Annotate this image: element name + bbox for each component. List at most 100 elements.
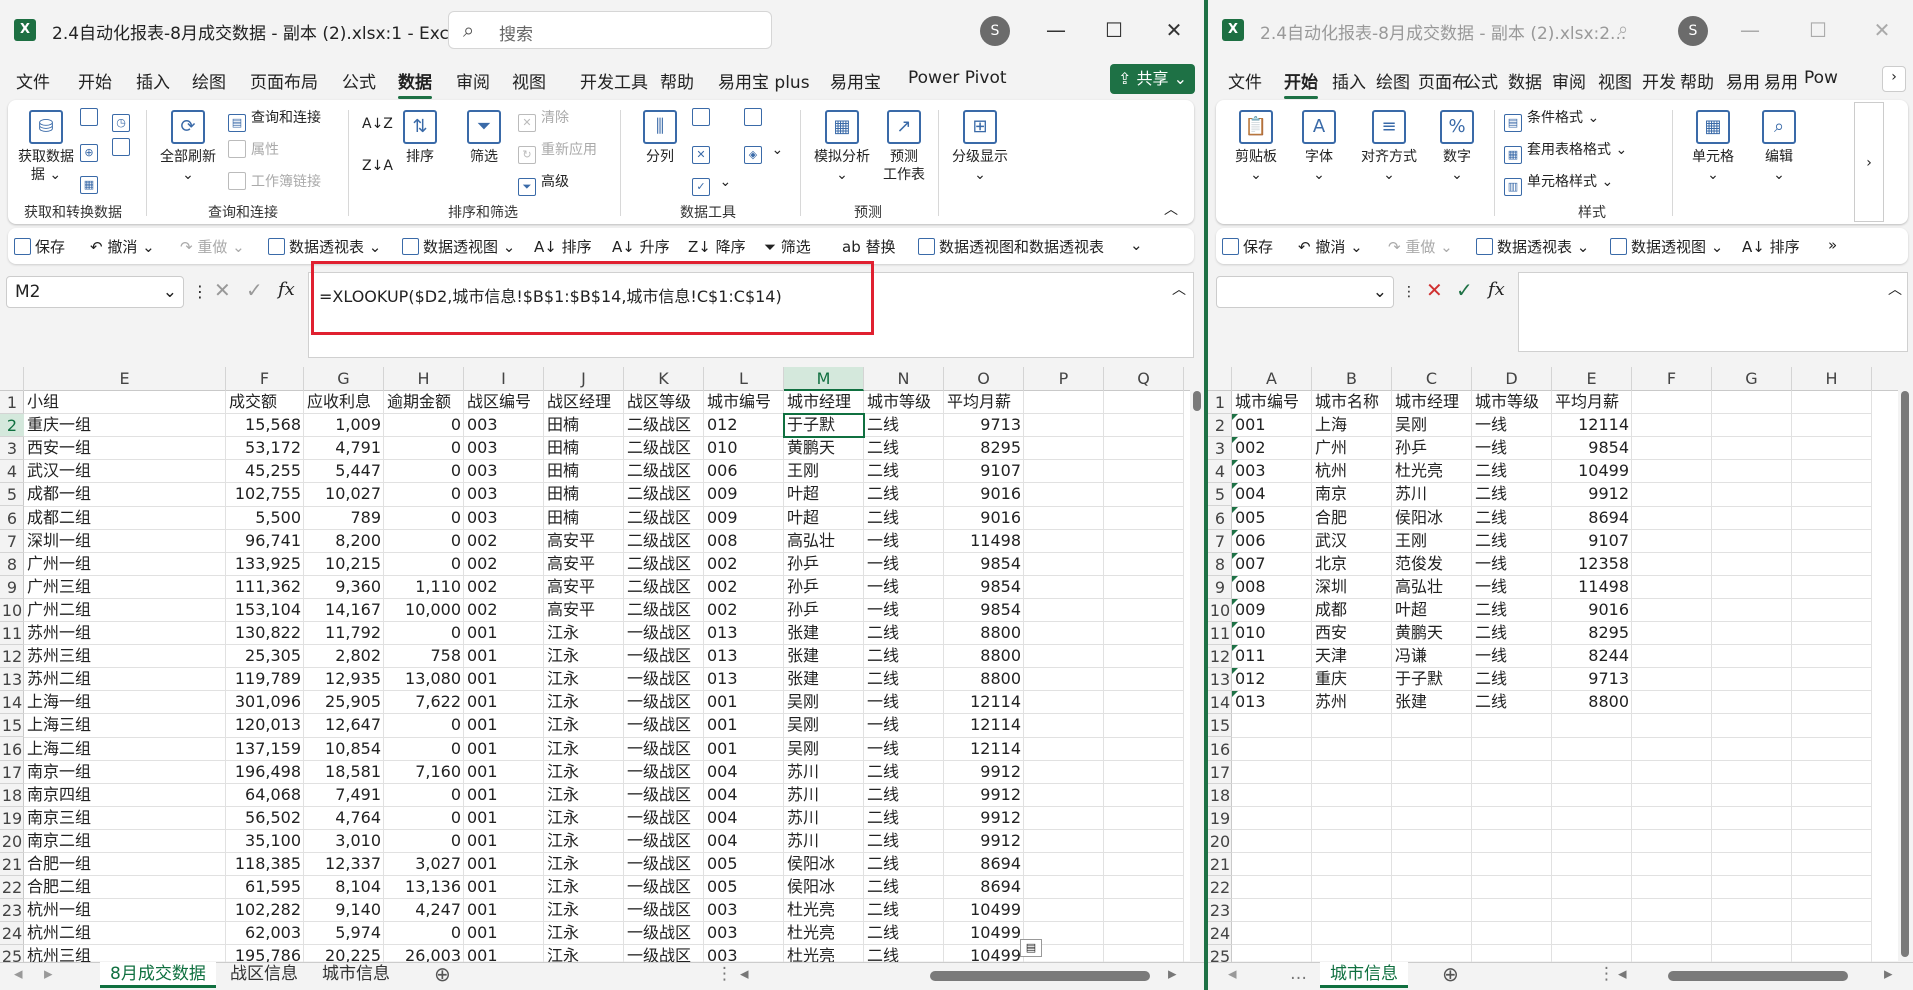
tab-页面布局[interactable]: 页面布局	[250, 68, 318, 93]
table-cell[interactable]: 成都一组	[24, 483, 226, 506]
table-cell[interactable]: 江永	[544, 622, 624, 645]
table-cell[interactable]: 一级战区	[624, 899, 704, 922]
tab-scroll-right-icon[interactable]: ▸	[44, 962, 53, 988]
row-header[interactable]: 22	[1208, 876, 1232, 900]
flash-fill-icon[interactable]	[692, 108, 715, 128]
table-cell[interactable]: 二线	[864, 507, 944, 530]
table-cell[interactable]: 003	[464, 437, 544, 460]
row-header[interactable]: 18	[1208, 784, 1232, 807]
reapply-button[interactable]: ↻ 重新应用	[518, 140, 597, 164]
maximize-icon[interactable]: ☐	[1800, 12, 1836, 48]
sort-az-icon[interactable]: A↓Z	[362, 114, 393, 134]
expand-formula-icon[interactable]: ︿	[1888, 280, 1902, 300]
hscroll-left-icon[interactable]: ◂	[740, 962, 749, 988]
table-cell[interactable]: 8694	[944, 876, 1024, 899]
table-cell[interactable]: 12114	[944, 691, 1024, 714]
header-cell[interactable]: 城市等级	[864, 391, 944, 414]
name-box[interactable]: M2 ⌄	[6, 276, 184, 308]
table-cell[interactable]: 13,080	[384, 668, 464, 691]
table-cell[interactable]: 高安平	[544, 553, 624, 576]
table-cell[interactable]: 二线	[1472, 483, 1552, 506]
row-header[interactable]: 11	[1208, 622, 1232, 645]
table-cell[interactable]: 一线	[1472, 414, 1552, 437]
table-cell[interactable]: 196,498	[226, 761, 304, 784]
table-cell[interactable]: 二线	[864, 853, 944, 876]
column-header-H[interactable]: H	[384, 367, 464, 391]
table-cell[interactable]: 11498	[944, 530, 1024, 553]
table-cell[interactable]: 0	[384, 460, 464, 483]
select-all-corner[interactable]	[0, 367, 24, 391]
table-cell[interactable]: 118,385	[226, 853, 304, 876]
advanced-button[interactable]: ⏷ 高级	[518, 172, 569, 196]
header-cell[interactable]: 战区等级	[624, 391, 704, 414]
table-cell[interactable]: 王刚	[784, 460, 864, 483]
name-box[interactable]: ⌄	[1216, 276, 1394, 308]
qat-sort-button[interactable]: A↓ 排序	[1742, 236, 1800, 257]
select-all-corner[interactable]	[1208, 367, 1232, 391]
table-cell[interactable]: 张建	[784, 645, 864, 668]
qat-sort-button[interactable]: A↓ 排序	[534, 236, 592, 257]
tab-视图[interactable]: 视图	[512, 68, 546, 93]
table-cell[interactable]: 8244	[1552, 645, 1632, 668]
table-cell[interactable]: 133,925	[226, 553, 304, 576]
table-cell[interactable]: 南京三组	[24, 807, 226, 830]
row-header[interactable]: 3	[1208, 437, 1232, 461]
row-header[interactable]: 16	[1208, 738, 1232, 761]
column-header-F[interactable]: F	[1632, 367, 1712, 391]
menu-more-icon[interactable]: ›	[1882, 66, 1906, 92]
row-header[interactable]: 7	[0, 530, 24, 553]
table-cell[interactable]: 一级战区	[624, 784, 704, 807]
header-cell[interactable]: 战区编号	[464, 391, 544, 414]
table-cell[interactable]: 001	[464, 714, 544, 737]
cancel-icon[interactable]: ✕	[214, 280, 231, 300]
table-cell[interactable]: 江永	[544, 899, 624, 922]
table-cell[interactable]: 一线	[864, 691, 944, 714]
table-cell[interactable]: 一级战区	[624, 714, 704, 737]
table-cell[interactable]: 001	[464, 645, 544, 668]
share-button[interactable]: ⇪ 共享 ⌄	[1110, 64, 1196, 94]
table-cell[interactable]: 二线	[864, 622, 944, 645]
tab-公式[interactable]: 公式	[1464, 68, 1498, 93]
sort-button[interactable]: ⇅ 排序	[398, 110, 442, 166]
table-cell[interactable]: 一级战区	[624, 738, 704, 761]
table-cell[interactable]: 4,791	[304, 437, 384, 460]
text-to-columns-button[interactable]: ⫼ 分列	[636, 110, 684, 166]
header-cell[interactable]: 城市经理	[784, 391, 864, 414]
tab-Power Pivot[interactable]: Power Pivot	[908, 68, 1007, 88]
close-icon[interactable]: ✕	[1156, 12, 1192, 48]
row-header[interactable]: 5	[0, 483, 24, 507]
table-cell[interactable]: 田楠	[544, 437, 624, 460]
table-cell[interactable]: 56,502	[226, 807, 304, 830]
table-cell[interactable]: 9713	[944, 414, 1024, 437]
table-cell[interactable]: 001	[464, 899, 544, 922]
header-cell[interactable]: 成交额	[226, 391, 304, 414]
table-cell[interactable]: 二线	[1472, 599, 1552, 622]
cancel-icon[interactable]: ✕	[1426, 280, 1443, 300]
hscroll-right-icon[interactable]: ▸	[1168, 962, 1177, 988]
table-cell[interactable]: 江永	[544, 784, 624, 807]
table-cell[interactable]: 二线	[864, 483, 944, 506]
tab-视图[interactable]: 视图	[1598, 68, 1632, 93]
row-header[interactable]: 22	[0, 876, 24, 900]
table-cell[interactable]: 010	[1232, 622, 1312, 645]
table-cell[interactable]: 一线	[864, 599, 944, 622]
qat-pivotchart-button[interactable]: 数据透视图 ⌄	[1610, 236, 1723, 257]
tab-易用[interactable]: 易用	[1764, 68, 1798, 93]
table-cell[interactable]: 002	[464, 530, 544, 553]
add-sheet-icon[interactable]: ⊕	[434, 962, 451, 988]
table-cell[interactable]: 上海三组	[24, 714, 226, 737]
table-cell[interactable]: 13,136	[384, 876, 464, 899]
table-cell[interactable]: 8694	[1552, 507, 1632, 530]
maximize-icon[interactable]: ☐	[1096, 12, 1132, 48]
table-cell[interactable]: 二级战区	[624, 507, 704, 530]
table-cell[interactable]: 合肥	[1312, 507, 1392, 530]
qat-more-icon[interactable]: ⌄	[1130, 236, 1143, 254]
table-cell[interactable]: 3,010	[304, 830, 384, 853]
minimize-icon[interactable]: —	[1038, 12, 1074, 48]
qat-redo-button[interactable]: ↷ 重做 ⌄	[180, 236, 245, 257]
insert-function-icon[interactable]: fx	[278, 280, 295, 300]
table-cell[interactable]: 苏州一组	[24, 622, 226, 645]
row-header[interactable]: 1	[1208, 391, 1232, 414]
table-cell[interactable]: 001	[464, 853, 544, 876]
table-cell[interactable]: 上海二组	[24, 738, 226, 761]
